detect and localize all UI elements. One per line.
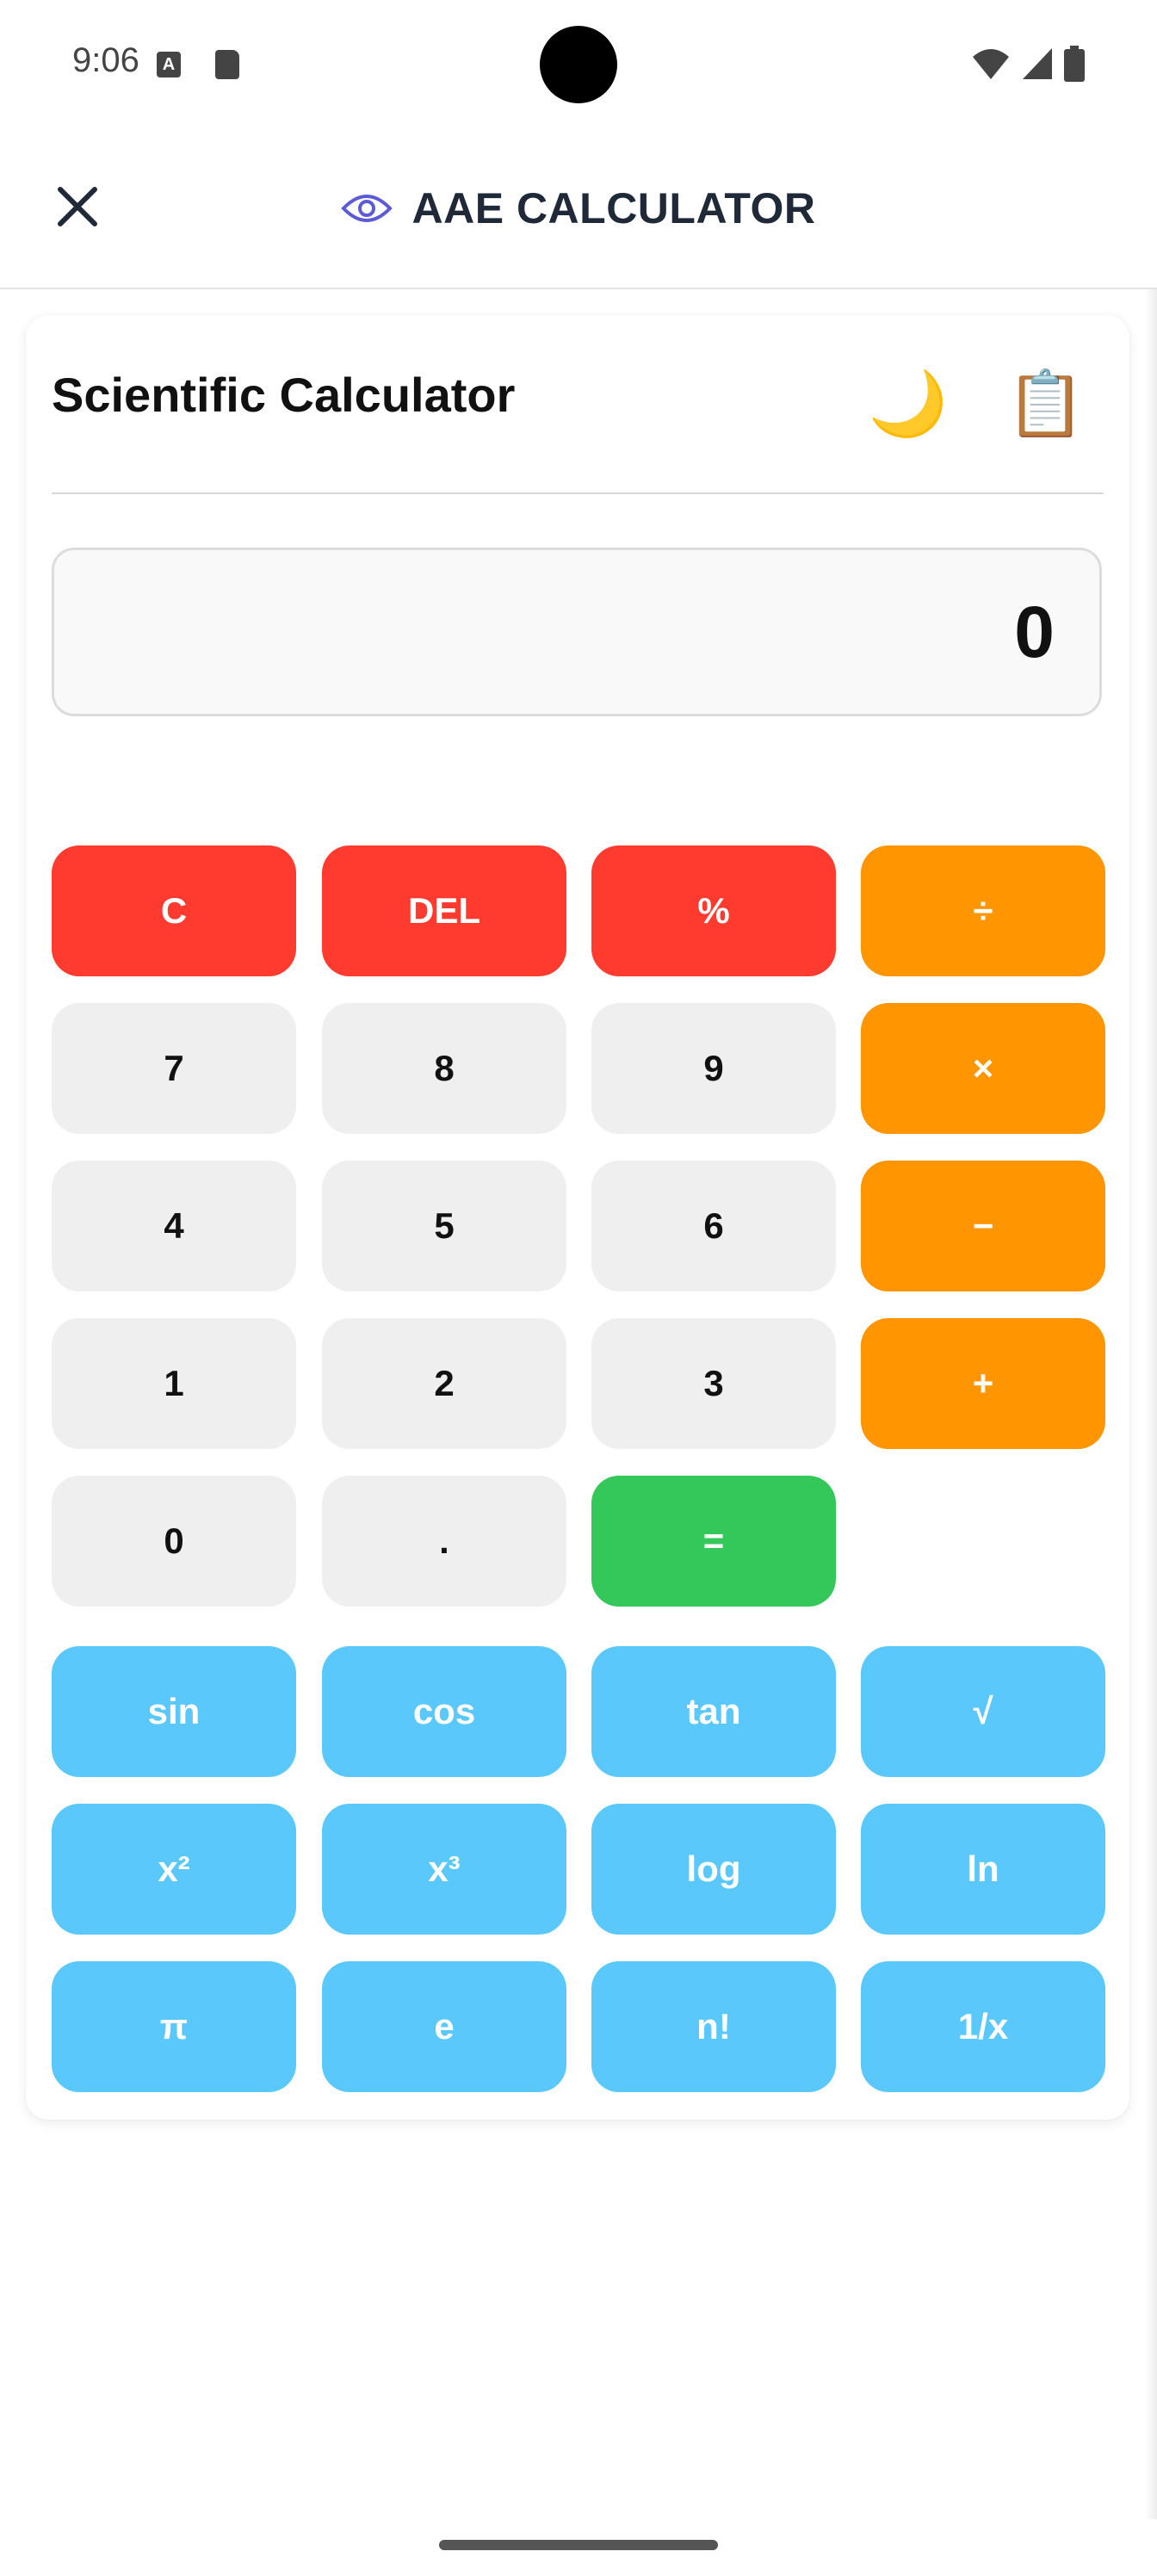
- calculator-card: Scientific Calculator 🌙 📋 0 C DEL % ÷ 7 …: [26, 315, 1129, 2120]
- add-button[interactable]: +: [861, 1318, 1105, 1449]
- decimal-button[interactable]: .: [322, 1476, 566, 1607]
- app-title: AAE CALCULATOR: [411, 184, 816, 232]
- sd-card-icon: [215, 50, 239, 79]
- close-icon: [58, 187, 97, 226]
- digit-1-button[interactable]: 1: [52, 1318, 296, 1449]
- close-button[interactable]: [50, 179, 105, 234]
- square-button[interactable]: x²: [52, 1804, 296, 1935]
- tan-button[interactable]: tan: [591, 1646, 836, 1777]
- reciprocal-button[interactable]: 1/x: [861, 1961, 1105, 2092]
- digit-3-button[interactable]: 3: [591, 1318, 836, 1449]
- digit-2-button[interactable]: 2: [322, 1318, 566, 1449]
- clear-button[interactable]: C: [52, 845, 296, 976]
- digit-7-button[interactable]: 7: [52, 1003, 296, 1134]
- digit-0-button[interactable]: 0: [52, 1476, 296, 1607]
- divider: [52, 492, 1104, 494]
- delete-button[interactable]: DEL: [322, 845, 566, 976]
- status-bar: 9:06 A: [0, 0, 1157, 129]
- signal-icon: [1023, 48, 1052, 79]
- copy-button[interactable]: 📋: [990, 356, 1102, 451]
- multiply-button[interactable]: ×: [861, 1003, 1105, 1134]
- percent-button[interactable]: %: [591, 845, 836, 976]
- status-icons: [971, 45, 1085, 83]
- keyboard-notification-icon: A: [157, 52, 181, 77]
- digit-8-button[interactable]: 8: [322, 1003, 566, 1134]
- theme-toggle-button[interactable]: 🌙: [852, 356, 964, 451]
- eye-icon: [341, 195, 393, 222]
- sqrt-button[interactable]: √: [861, 1646, 1105, 1777]
- camera-cutout: [540, 26, 617, 103]
- home-indicator[interactable]: [439, 2540, 718, 2550]
- subtract-button[interactable]: −: [861, 1161, 1105, 1291]
- cube-button[interactable]: x³: [322, 1804, 566, 1935]
- calculator-display: 0: [52, 548, 1102, 716]
- app-title-group: AAE CALCULATOR: [0, 129, 1157, 288]
- app-bar: AAE CALCULATOR: [0, 129, 1157, 289]
- pi-button[interactable]: π: [52, 1961, 296, 2092]
- digit-6-button[interactable]: 6: [591, 1161, 836, 1291]
- moon-icon: 🌙: [868, 368, 949, 439]
- wifi-icon: [973, 49, 1009, 79]
- factorial-button[interactable]: n!: [591, 1961, 836, 2092]
- equals-button[interactable]: =: [591, 1476, 836, 1607]
- euler-button[interactable]: e: [322, 1961, 566, 2092]
- digit-5-button[interactable]: 5: [322, 1161, 566, 1291]
- display-value: 0: [1014, 591, 1055, 672]
- clipboard-icon: 📋: [1005, 368, 1086, 439]
- page-edge-shadow: [1145, 289, 1157, 2519]
- digit-9-button[interactable]: 9: [591, 1003, 836, 1134]
- battery-icon: [1064, 46, 1085, 82]
- log-button[interactable]: log: [591, 1804, 836, 1935]
- sin-button[interactable]: sin: [52, 1646, 296, 1777]
- divide-button[interactable]: ÷: [861, 845, 1105, 976]
- digit-4-button[interactable]: 4: [52, 1161, 296, 1291]
- ln-button[interactable]: ln: [861, 1804, 1105, 1935]
- cos-button[interactable]: cos: [322, 1646, 566, 1777]
- status-time: 9:06: [72, 41, 139, 79]
- calculator-title: Scientific Calculator: [52, 368, 516, 422]
